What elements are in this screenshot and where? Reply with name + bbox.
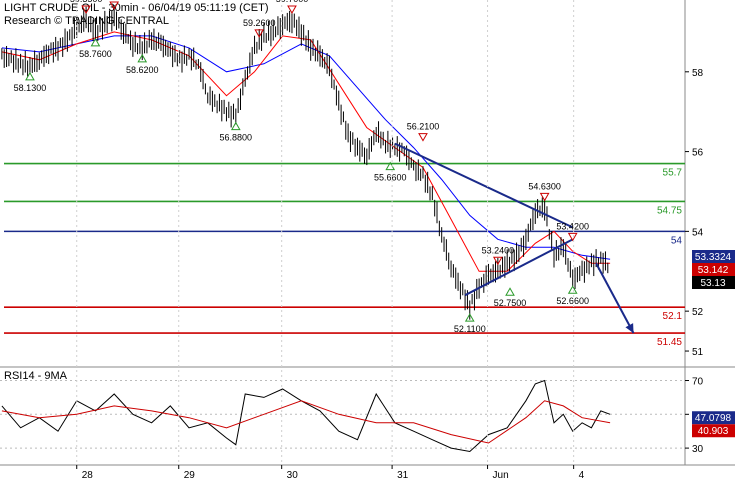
pivot-low-label-12: 52.7500	[494, 298, 527, 308]
price-box-label-2: 53.13	[700, 278, 725, 289]
chart-title: LIGHT CRUDE OIL - 30min - 06/04/19 05:11…	[4, 2, 269, 14]
level-label-1: 54.75	[657, 205, 682, 216]
pivot-low-label-10: 52.1100	[454, 324, 486, 334]
rsi-series-1	[1, 400, 611, 444]
price-box-label-1: 53.142	[698, 265, 729, 276]
pivot-high-label-1: 59.3500	[70, 0, 103, 4]
time-tick-label-4: Jun	[493, 470, 509, 480]
price-box-label-0: 53.3324	[695, 252, 732, 263]
time-tick-label-5: 4	[579, 470, 585, 480]
rsi-series-0	[1, 379, 611, 453]
chart-canvas: LIGHT CRUDE OIL - 30min - 06/04/19 05:11…	[0, 0, 735, 480]
pivot-high-label-14: 53.4200	[556, 221, 589, 231]
price-tick-label-4: 51	[692, 347, 704, 358]
pivot-high-marker-14	[567, 232, 578, 242]
pivot-high-label-6: 59.2600	[243, 18, 276, 28]
pivot-low-marker-12	[505, 287, 515, 296]
pivot-high-label-13: 54.6300	[528, 181, 561, 191]
pivot-high-marker-9	[418, 133, 428, 142]
rsi-box-label-0: 47.0798	[695, 413, 732, 424]
pivot-low-label-8: 55.6600	[374, 173, 407, 183]
price-tick-label-0: 58	[692, 68, 704, 79]
ma-fast-line	[1, 31, 611, 272]
time-tick-label-3: 31	[397, 470, 409, 480]
time-tick-label-1: 29	[184, 470, 196, 480]
rsi-tick-label-0: 70	[692, 377, 704, 388]
pivot-high-label-9: 56.2100	[407, 122, 440, 132]
pivot-low-label-5: 56.8800	[220, 133, 253, 143]
pivot-low-label-3: 58.7600	[79, 49, 112, 59]
rsi-box-label-1: 40.903	[698, 426, 729, 437]
price-tick-label-3: 52	[692, 307, 704, 318]
price-panel: 55.7 54.75 54 52.1 51.45 58 56 54 52 51 58.1300 59.…	[1, 0, 735, 358]
forecast-arrow-line	[595, 262, 635, 334]
price-tick-label-1: 56	[692, 148, 704, 159]
rsi-tick-label-2: 30	[692, 444, 704, 455]
time-tick-label-0: 28	[82, 470, 94, 480]
pivot-low-label-0: 58.1300	[14, 83, 47, 93]
rsi-panel: 70503047.079840.903	[0, 377, 735, 455]
pivot-high-label-7: 59.7000	[276, 0, 309, 4]
ma-slow-line	[1, 35, 611, 260]
level-label-2: 54	[671, 235, 683, 246]
level-label-0: 55.7	[663, 168, 683, 179]
level-label-3: 52.1	[663, 311, 683, 322]
time-tick-label-2: 30	[287, 470, 299, 480]
price-tick-label-2: 54	[692, 227, 704, 238]
pivot-low-label-15: 52.6600	[556, 296, 589, 306]
pivot-high-label-11: 53.2400	[482, 245, 515, 255]
pivot-low-label-4: 58.6200	[126, 65, 159, 75]
level-label-4: 51.45	[657, 337, 682, 348]
